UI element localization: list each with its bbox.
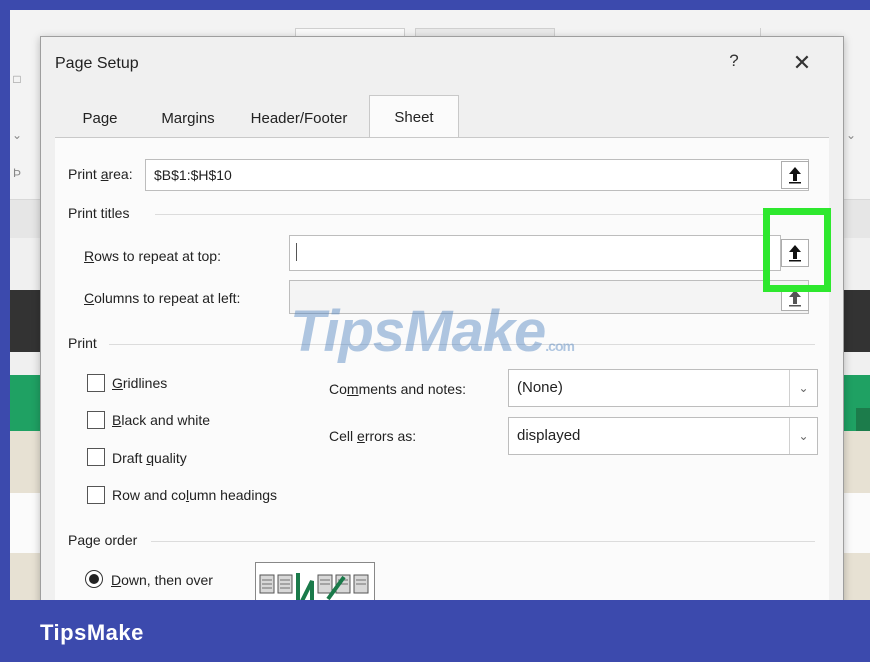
cell-errors-select[interactable]: displayed ⌄ — [508, 417, 818, 455]
gridlines-checkbox[interactable] — [87, 374, 105, 392]
tab-page[interactable]: Page — [63, 99, 137, 137]
group-divider — [155, 214, 815, 215]
chevron-down-icon: ⌄ — [846, 128, 857, 142]
print-area-label: Print area: — [68, 166, 133, 182]
down-then-over-radio[interactable] — [85, 570, 103, 588]
group-divider — [151, 541, 815, 542]
cell-errors-value: displayed — [517, 427, 581, 444]
help-button[interactable]: ? — [724, 51, 744, 71]
print-titles-heading: Print titles — [68, 205, 130, 221]
cell-errors-label: Cell errors as: — [329, 428, 417, 444]
watermark-logo: TipsMake.com — [290, 299, 575, 364]
chevron-down-icon: ⌄ — [11, 128, 23, 142]
close-button[interactable]: ✕ — [787, 48, 817, 78]
print-heading: Print — [68, 335, 97, 351]
gridlines-label: Gridlines — [112, 375, 168, 391]
columns-to-repeat-label: Columns to repeat at left: — [84, 290, 241, 306]
sheet-tab-panel: Print area: $B$1:$H$10 Print titles Rows… — [55, 137, 829, 617]
black-and-white-label: Black and white — [112, 412, 211, 428]
tab-sheet[interactable]: Sheet — [369, 95, 459, 138]
radio-selected-dot — [89, 574, 99, 584]
row-column-headings-label: Row and column headings — [112, 487, 278, 503]
ribbon-icon: Þ — [12, 166, 21, 180]
ribbon-icon: □ — [13, 72, 21, 86]
draft-quality-checkbox[interactable] — [87, 448, 105, 466]
tab-margins[interactable]: Margins — [145, 99, 231, 137]
rows-to-repeat-field[interactable] — [289, 235, 781, 271]
highlight-box — [763, 208, 831, 292]
brand-name: TipsMake — [40, 620, 144, 645]
brand-footer: TipsMake — [0, 600, 870, 662]
draft-quality-label: Draft quality — [112, 450, 187, 466]
row-column-headings-checkbox[interactable] — [87, 486, 105, 504]
rows-to-repeat-label: Rows to repeat at top: — [84, 248, 221, 264]
print-area-collapse-button[interactable] — [781, 161, 809, 189]
comments-notes-select[interactable]: (None) ⌄ — [508, 369, 818, 407]
chevron-down-icon: ⌄ — [789, 418, 817, 454]
text-caret — [296, 243, 297, 262]
comments-notes-value: (None) — [517, 379, 563, 396]
collapse-arrow-icon — [789, 167, 801, 184]
print-area-field[interactable]: $B$1:$H$10 — [145, 159, 809, 191]
black-and-white-checkbox[interactable] — [87, 411, 105, 429]
dialog-title: Page Setup — [55, 55, 139, 72]
tab-header-footer[interactable]: Header/Footer — [231, 99, 367, 137]
down-then-over-label: Down, then over — [111, 572, 213, 588]
chevron-down-icon: ⌄ — [789, 370, 817, 406]
comments-notes-label: Comments and notes: — [329, 381, 466, 397]
page-order-heading: Page order — [68, 532, 138, 548]
